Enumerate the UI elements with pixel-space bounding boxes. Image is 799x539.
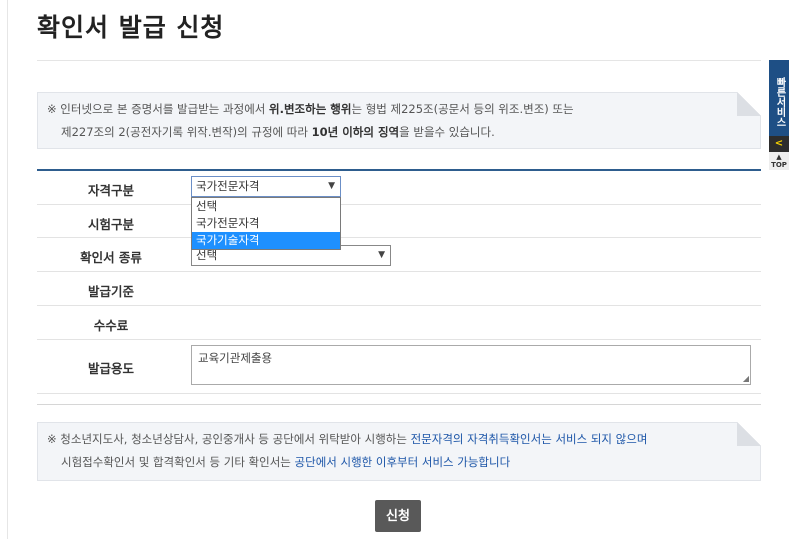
option-national-professional[interactable]: 국가전문자격 <box>192 215 340 232</box>
row-exam-type: 시험구분 <box>37 205 761 238</box>
page-title: 확인서 발급 신청 <box>37 13 225 42</box>
folded-corner-icon <box>737 92 761 116</box>
notice-text: 을 받을수 있습니다. <box>399 125 495 139</box>
option-national-technical[interactable]: 국가기술자격 <box>192 232 340 249</box>
service-notice: ※ 청소년지도사, 청소년상담사, 공인중개사 등 공단에서 위탁받아 시행하는… <box>37 422 761 481</box>
folded-corner-icon <box>737 422 761 446</box>
row-cert-type: 확인서 종류 <box>37 238 761 272</box>
cert-type-select-value: 선택 <box>196 248 218 262</box>
notice-emphasis: 위.변조하는 행위 <box>269 102 352 116</box>
purpose-value: 교육기관제출용 <box>198 351 273 365</box>
quick-service-panel: 빠른서비스 < ▲ TOP <box>769 60 789 170</box>
quick-service-button[interactable]: 빠른서비스 <box>769 60 789 136</box>
notice-emphasis: 10년 이하의 징역 <box>311 125 400 139</box>
submit-button[interactable]: 신청 <box>375 500 421 532</box>
notice-highlight: 전문자격의 자격취득확인서는 서비스 되지 않으며 <box>410 432 648 446</box>
notice-text: 청소년지도사, 청소년상담사, 공인중개사 등 공단에서 위탁받아 시행하는 <box>60 432 411 446</box>
top-button[interactable]: ▲ TOP <box>769 152 789 170</box>
issue-basis-label: 발급기준 <box>87 284 134 299</box>
form-bottom-border <box>37 404 761 405</box>
legal-notice: ※ 인터넷으로 본 증명서를 발급받는 과정에서 위.변조하는 행위는 형법 제… <box>37 92 761 149</box>
service-notice-line1: ※ 청소년지도사, 청소년상담사, 공인중개사 등 공단에서 위탁받아 시행하는… <box>47 428 720 451</box>
top-label: TOP <box>771 161 787 169</box>
left-border <box>7 0 8 539</box>
qualification-select-value: 국가전문자격 <box>196 179 260 193</box>
notice-text: 는 형법 제225조(공문서 등의 위조.변조) 또는 <box>351 102 574 116</box>
exam-type-label: 시험구분 <box>87 217 134 232</box>
row-issue-basis: 발급기준 <box>37 272 761 306</box>
option-select[interactable]: 선택 <box>192 198 340 215</box>
dropdown-arrow-icon: ▼ <box>328 181 335 191</box>
legal-notice-line1: ※ 인터넷으로 본 증명서를 발급받는 과정에서 위.변조하는 행위는 형법 제… <box>47 98 720 121</box>
qualification-label: 자격구분 <box>87 183 134 198</box>
fee-label: 수수료 <box>93 318 129 333</box>
purpose-label: 발급용도 <box>87 361 134 376</box>
row-fee: 수수료 <box>37 306 761 340</box>
row-qualification: 자격구분 <box>37 171 761 205</box>
qualification-select[interactable]: 국가전문자격 ▼ <box>191 176 341 197</box>
dropdown-arrow-icon: ▼ <box>378 250 385 260</box>
legal-notice-line2: 제227조의 2(공전자기록 위작.변작)의 규정에 따라 10년 이하의 징역… <box>47 121 720 144</box>
resize-handle-icon[interactable]: ◢ <box>743 375 749 383</box>
chevron-left-icon[interactable]: < <box>769 136 789 152</box>
purpose-textarea[interactable]: 교육기관제출용 ◢ <box>191 345 751 385</box>
cert-type-label: 확인서 종류 <box>80 250 142 265</box>
title-divider <box>37 60 761 61</box>
notice-mark: ※ <box>47 432 57 446</box>
notice-text: 인터넷으로 본 증명서를 발급받는 과정에서 <box>60 102 270 116</box>
notice-mark: ※ <box>47 102 57 116</box>
qualification-dropdown-list[interactable]: 선택 국가전문자격 국가기술자격 <box>191 197 341 250</box>
notice-text: 시험접수확인서 및 합격확인서 등 기타 확인서는 <box>61 455 295 469</box>
notice-text: 제227조의 2(공전자기록 위작.변작)의 규정에 따라 <box>61 125 312 139</box>
service-notice-line2: 시험접수확인서 및 합격확인서 등 기타 확인서는 공단에서 시행한 이후부터 … <box>47 451 720 474</box>
notice-highlight: 공단에서 시행한 이후부터 서비스 가능합니다 <box>294 455 511 469</box>
arrow-up-icon: ▲ <box>776 153 782 161</box>
